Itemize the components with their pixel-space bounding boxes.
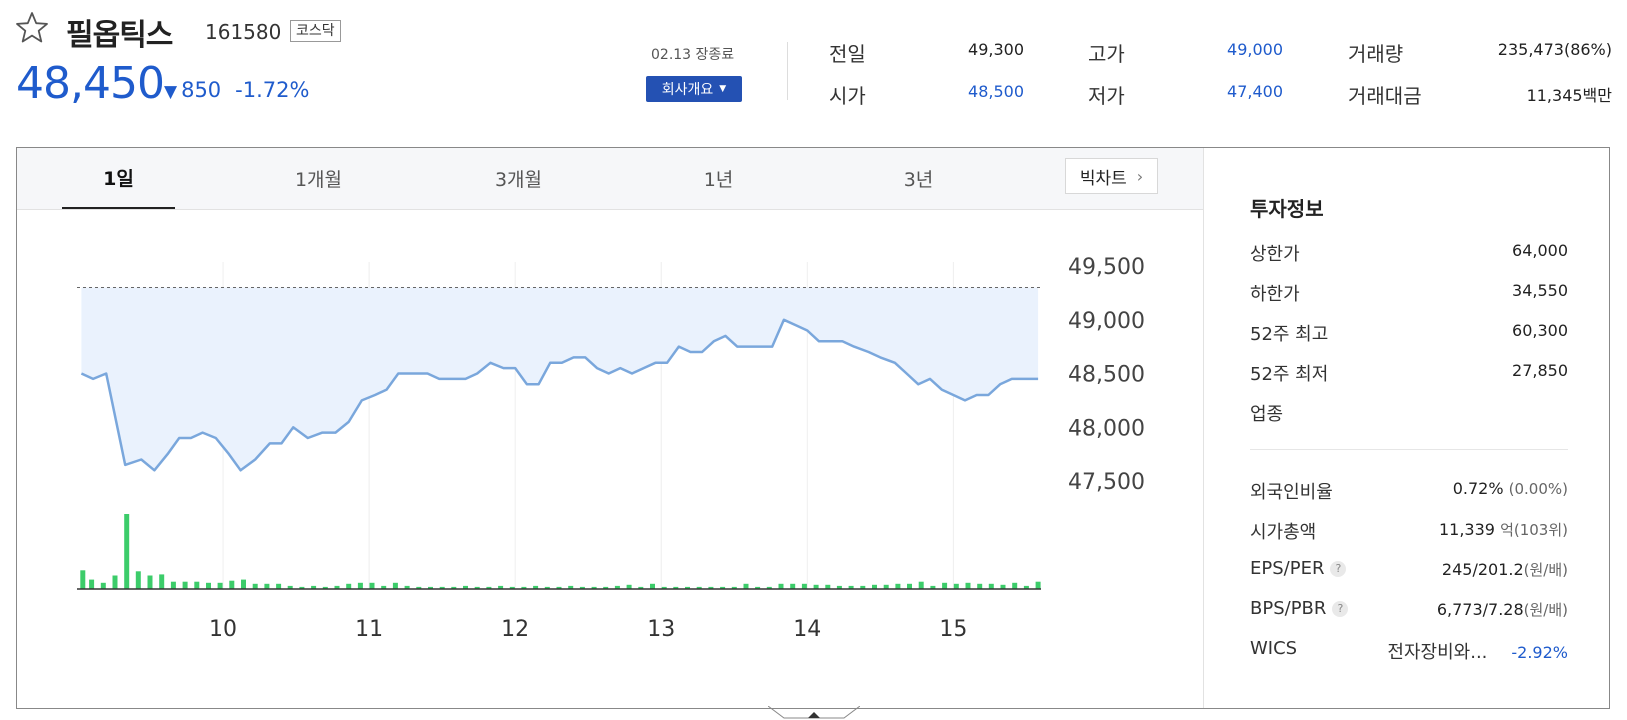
eps-per-label: EPS/PER? — [1250, 558, 1347, 579]
volume-bar — [907, 583, 912, 589]
x-tick-label: 12 — [501, 617, 529, 642]
volume-bar — [147, 575, 153, 589]
volume-bar — [953, 583, 959, 589]
y-tick-label: 48,000 — [1068, 416, 1145, 441]
wics-sector[interactable]: 전자장비와... — [1387, 642, 1487, 663]
y-tick-label: 48,500 — [1068, 363, 1145, 388]
volume-bar — [206, 582, 211, 590]
volume-bar — [80, 570, 86, 590]
collapse-caret-icon[interactable] — [768, 706, 860, 720]
eps-per-text: EPS/PER — [1250, 558, 1325, 579]
week52-high-label: 52주 최고 — [1250, 324, 1329, 345]
volume-bar — [159, 574, 165, 589]
volume-bar — [170, 581, 176, 589]
volume-bar — [743, 583, 749, 589]
volume-bar — [124, 514, 130, 589]
price-area-fill — [81, 287, 1039, 471]
week52-high-value: 60,300 — [1512, 321, 1568, 340]
volume-bar — [895, 583, 901, 589]
volume-bar — [217, 582, 223, 590]
y-tick-label: 49,000 — [1068, 309, 1145, 334]
market-cap-value: 11,339 억(103위) — [1380, 519, 1568, 540]
volume-bar — [392, 582, 398, 590]
volume-bar — [346, 583, 352, 589]
volume-bar — [988, 583, 994, 589]
volume-bar — [194, 581, 200, 589]
foreign-ratio-value: 0.72% (0.00%) — [1380, 479, 1568, 498]
y-tick-label: 49,500 — [1068, 255, 1145, 280]
x-tick-label: 10 — [209, 617, 237, 642]
wics-change: -2.92% — [1511, 643, 1568, 662]
volume-bar — [942, 582, 948, 590]
invest-info-title: 투자정보 — [1250, 197, 1324, 221]
x-tick-label: 11 — [355, 617, 383, 642]
upper-limit-label: 상한가 — [1250, 244, 1300, 265]
volume-bar — [650, 583, 655, 589]
volume-bar — [357, 582, 363, 590]
volume-bar — [229, 580, 235, 589]
volume-bar — [977, 583, 983, 589]
eps-per-value: 245/201.2(원/배) — [1380, 559, 1568, 580]
market-cap-rank: 억(103위) — [1500, 521, 1568, 539]
x-tick-label: 13 — [647, 617, 675, 642]
market-cap: 11,339 — [1438, 520, 1495, 539]
help-icon[interactable]: ? — [1330, 561, 1347, 577]
volume-bar — [182, 581, 188, 589]
volume-bar — [112, 575, 118, 589]
market-cap-label: 시가총액 — [1250, 522, 1317, 543]
week52-low-label: 52주 최저 — [1250, 364, 1329, 385]
bps-pbr-text: BPS/PBR — [1250, 598, 1327, 619]
upper-limit-value: 64,000 — [1512, 241, 1568, 260]
y-tick-label: 47,500 — [1068, 470, 1145, 495]
volume-bar — [135, 571, 141, 589]
info-divider — [1250, 449, 1568, 450]
bps-pbr-unit: (원/배) — [1523, 601, 1568, 619]
wics-label: WICS — [1250, 638, 1298, 659]
volume-bar — [252, 583, 258, 589]
bps-pbr-label: BPS/PBR? — [1250, 598, 1349, 619]
lower-limit-label: 하한가 — [1250, 284, 1300, 305]
volume-bar — [276, 583, 282, 589]
lower-limit-value: 34,550 — [1512, 281, 1568, 300]
eps-per-unit: (원/배) — [1523, 561, 1568, 579]
volume-bar — [965, 582, 971, 590]
volume-bar — [918, 581, 924, 589]
week52-low-value: 27,850 — [1512, 361, 1568, 380]
foreign-ratio-change: (0.00%) — [1508, 480, 1568, 498]
volume-bar — [778, 583, 784, 589]
volume-bar — [1035, 581, 1041, 589]
volume-bar — [264, 583, 270, 589]
foreign-ratio: 0.72% — [1452, 479, 1504, 498]
wics-value: 전자장비와... -2.92% — [1340, 638, 1568, 664]
bps-pbr-value: 6,773/7.28(원/배) — [1380, 599, 1568, 620]
x-tick-label: 15 — [939, 617, 967, 642]
volume-bar — [241, 579, 246, 589]
eps-per: 245/201.2 — [1441, 560, 1524, 579]
x-tick-label: 14 — [793, 617, 821, 642]
volume-bar — [369, 582, 375, 590]
volume-bar — [100, 582, 106, 590]
help-icon[interactable]: ? — [1332, 601, 1349, 617]
volume-bar — [89, 579, 95, 589]
volume-bar — [801, 583, 807, 589]
bps-pbr: 6,773/7.28 — [1436, 600, 1524, 619]
volume-bar — [1012, 582, 1018, 590]
volume-bar — [790, 583, 796, 589]
industry-label: 업종 — [1250, 404, 1284, 425]
foreign-ratio-label: 외국인비율 — [1250, 482, 1333, 503]
